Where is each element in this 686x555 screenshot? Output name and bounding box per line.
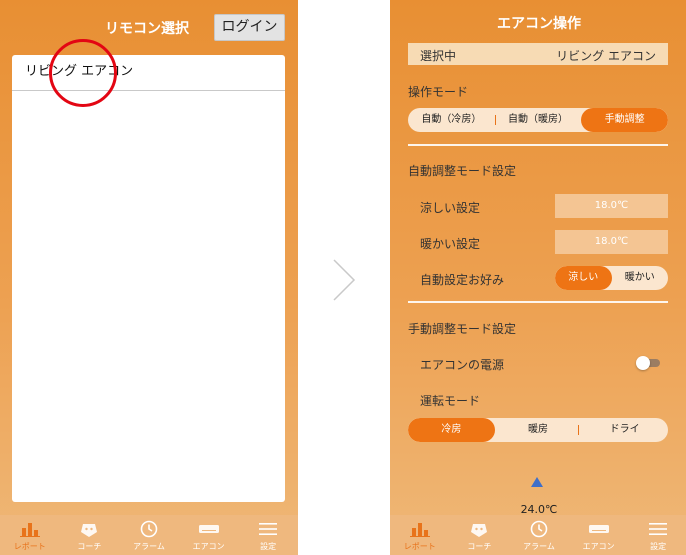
- tab-label: 設定: [260, 542, 277, 551]
- header: リモコン選択 ログイン: [0, 0, 298, 52]
- tab-label: エアコン: [192, 542, 225, 551]
- aircon-control-screen: エアコン操作 選択中 リビング エアコン 操作モード 自動（冷房） 自動（暖房）…: [390, 0, 686, 555]
- tab-settings[interactable]: 設定: [238, 515, 298, 555]
- run-mode-dry[interactable]: ドライ: [581, 418, 668, 442]
- tab-label: レポート: [13, 542, 46, 551]
- alarm-clock-icon: [138, 519, 160, 539]
- run-mode-label: 運転モード: [420, 394, 481, 408]
- segment-separator: [578, 425, 579, 435]
- air-conditioner-icon: [588, 519, 610, 539]
- tab-settings[interactable]: 設定: [628, 515, 686, 555]
- tab-report[interactable]: レポート: [390, 515, 450, 555]
- tab-coach[interactable]: コーチ: [60, 515, 120, 555]
- mode-section-label: 操作モード: [408, 85, 469, 99]
- toggle-knob: [636, 356, 650, 370]
- tab-aircon[interactable]: エアコン: [569, 515, 629, 555]
- cool-setting-field[interactable]: 18.0℃: [555, 194, 668, 218]
- run-mode-cool[interactable]: 冷房: [408, 418, 495, 442]
- tab-report[interactable]: レポート: [0, 515, 60, 555]
- login-button[interactable]: ログイン: [214, 14, 285, 41]
- power-label: エアコンの電源: [420, 358, 505, 372]
- manual-section-label: 手動調整モード設定: [408, 322, 517, 336]
- auto-section-label: 自動調整モード設定: [408, 164, 517, 178]
- tab-label: レポート: [403, 542, 436, 551]
- tab-label: エアコン: [582, 542, 615, 551]
- tab-label: アラーム: [133, 542, 165, 551]
- tab-alarm[interactable]: アラーム: [509, 515, 569, 555]
- mode-auto-cool[interactable]: 自動（冷房）: [408, 108, 495, 132]
- tab-coach[interactable]: コーチ: [450, 515, 510, 555]
- selected-value: リビング エアコン: [556, 49, 656, 63]
- remote-list: リビング エアコン: [12, 55, 285, 502]
- cool-setting-label: 涼しい設定: [420, 201, 481, 215]
- segment-separator: [495, 115, 496, 125]
- warm-setting-field[interactable]: 18.0℃: [555, 230, 668, 254]
- selected-remote-bar: 選択中 リビング エアコン: [408, 43, 668, 65]
- tab-label: アラーム: [523, 542, 555, 551]
- coach-face-icon: [468, 519, 490, 539]
- report-bar-chart-icon: [409, 519, 431, 539]
- mode-auto-heat-label: 自動（暖房）: [508, 114, 568, 125]
- tab-label: コーチ: [77, 542, 102, 551]
- run-mode-heat[interactable]: 暖房: [495, 418, 582, 442]
- preference-warm[interactable]: 暖かい: [612, 266, 669, 290]
- coach-face-icon: [78, 519, 100, 539]
- mode-auto-heat[interactable]: 自動（暖房）: [495, 108, 582, 132]
- preference-cool[interactable]: 涼しい: [555, 266, 612, 290]
- page-title: リモコン選択: [105, 21, 189, 37]
- mode-segmented-control: 自動（冷房） 自動（暖房） 手動調整: [408, 108, 668, 132]
- tab-label: 設定: [650, 542, 667, 551]
- divider: [408, 301, 668, 303]
- tab-label: コーチ: [467, 542, 492, 551]
- air-conditioner-icon: [198, 519, 220, 539]
- run-mode-segmented-control: 冷房 暖房 ドライ: [408, 418, 668, 442]
- temperature-up-icon[interactable]: [531, 477, 543, 487]
- mode-manual[interactable]: 手動調整: [581, 108, 668, 132]
- tab-alarm[interactable]: アラーム: [119, 515, 179, 555]
- settings-menu-icon: [647, 519, 669, 539]
- remote-select-screen: リモコン選択 ログイン リビング エアコン レポート コーチ アラーム エアコン…: [0, 0, 298, 555]
- selected-label: 選択中: [420, 49, 457, 63]
- power-toggle[interactable]: [636, 356, 660, 370]
- preference-segmented-control: 涼しい 暖かい: [555, 266, 668, 290]
- divider: [408, 144, 668, 146]
- settings-menu-icon: [257, 519, 279, 539]
- tab-bar: レポート コーチ アラーム エアコン 設定: [0, 515, 298, 555]
- page-title: エアコン操作: [497, 16, 581, 32]
- highlight-circle: [49, 39, 117, 107]
- chevron-right-icon: [333, 259, 356, 301]
- alarm-clock-icon: [528, 519, 550, 539]
- tab-bar: レポート コーチ アラーム エアコン 設定: [390, 515, 686, 555]
- preference-label: 自動設定お好み: [420, 273, 505, 287]
- warm-setting-label: 暖かい設定: [420, 237, 481, 251]
- tab-aircon[interactable]: エアコン: [179, 515, 239, 555]
- report-bar-chart-icon: [19, 519, 41, 539]
